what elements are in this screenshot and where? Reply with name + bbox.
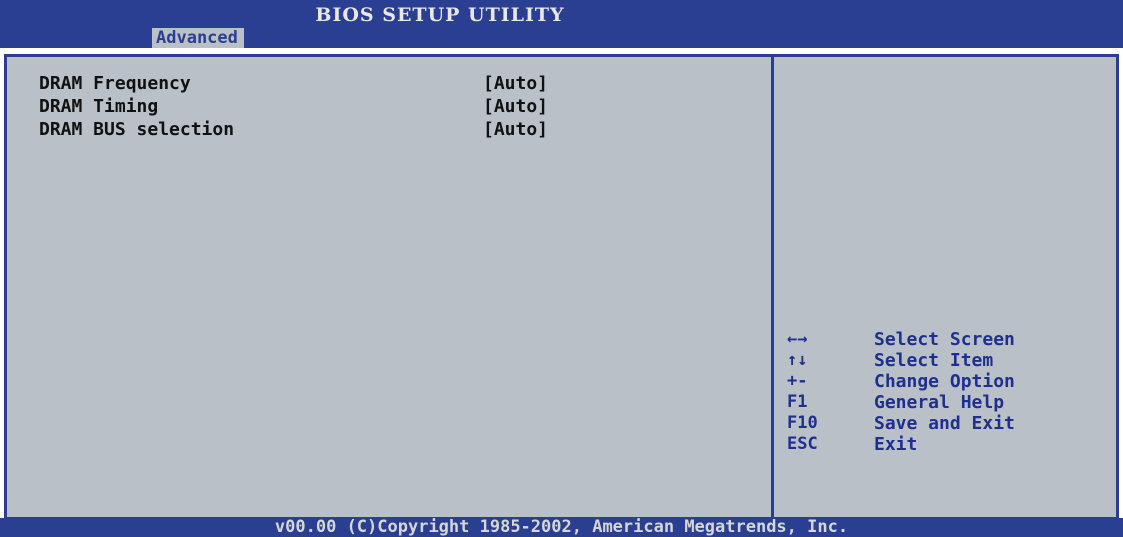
bios-screen: BIOS SETUP UTILITY Advanced DRAM Frequen… xyxy=(0,0,1123,537)
setting-value[interactable]: [Auto] xyxy=(483,72,548,95)
page-title: BIOS SETUP UTILITY xyxy=(315,4,565,26)
left-right-arrows-icon: ←→ xyxy=(787,329,808,349)
panel-divider xyxy=(771,57,774,517)
title-bar: BIOS SETUP UTILITY Advanced xyxy=(0,0,1123,48)
footer-bar: v00.00 (C)Copyright 1985-2002, American … xyxy=(0,518,1123,537)
key-help-save-exit: F10 Save and Exit xyxy=(787,413,1107,434)
key-help-description: Select Item xyxy=(874,350,994,371)
main-panel: DRAM Frequency [Auto] DRAM Timing [Auto]… xyxy=(4,54,1119,520)
key-help-description: Exit xyxy=(874,434,918,455)
setting-value[interactable]: [Auto] xyxy=(483,118,548,141)
tab-advanced[interactable]: Advanced xyxy=(152,28,244,48)
setting-value[interactable]: [Auto] xyxy=(483,95,548,118)
setting-dram-timing[interactable]: DRAM Timing [Auto] xyxy=(39,95,639,118)
setting-label: DRAM Timing xyxy=(39,96,159,117)
copyright-text: v00.00 (C)Copyright 1985-2002, American … xyxy=(274,517,849,537)
up-down-arrows-icon: ↑↓ xyxy=(787,350,808,370)
key-esc: ESC xyxy=(787,434,818,454)
key-help-description: Change Option xyxy=(874,371,1015,392)
key-help-change-option: +- Change Option xyxy=(787,371,1107,392)
key-help-exit: ESC Exit xyxy=(787,434,1107,455)
key-help-list: ←→ Select Screen ↑↓ Select Item +- Chang… xyxy=(787,329,1107,455)
key-help-select-screen: ←→ Select Screen xyxy=(787,329,1107,350)
setting-label: DRAM BUS selection xyxy=(39,119,235,140)
setting-dram-bus-selection[interactable]: DRAM BUS selection [Auto] xyxy=(39,118,639,141)
key-help-description: Save and Exit xyxy=(874,413,1015,434)
key-f10: F10 xyxy=(787,413,818,433)
setting-label: DRAM Frequency xyxy=(39,73,191,94)
key-help-description: Select Screen xyxy=(874,329,1015,350)
key-f1: F1 xyxy=(787,392,808,412)
settings-list: DRAM Frequency [Auto] DRAM Timing [Auto]… xyxy=(39,72,639,141)
key-help-description: General Help xyxy=(874,392,1005,413)
key-help-general-help: F1 General Help xyxy=(787,392,1107,413)
setting-dram-frequency[interactable]: DRAM Frequency [Auto] xyxy=(39,72,639,95)
key-help-select-item: ↑↓ Select Item xyxy=(787,350,1107,371)
plus-minus-icon: +- xyxy=(787,371,808,391)
